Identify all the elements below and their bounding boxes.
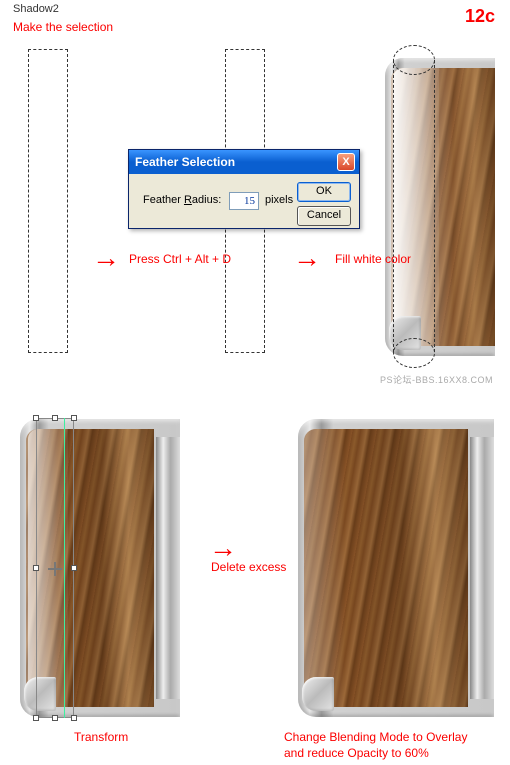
guide-line (64, 418, 65, 718)
transform-center-icon[interactable] (48, 562, 62, 576)
step-number: 12c (465, 6, 495, 27)
feather-radius-input[interactable] (229, 192, 259, 210)
instruction-transform: Transform (74, 730, 128, 744)
watermark: PS论坛-BBS.16XX8.COM (380, 373, 493, 386)
feather-dialog: Feather Selection X Feather Radius: pixe… (128, 149, 360, 229)
instruction-delete-excess: Delete excess (211, 560, 286, 574)
transform-handle[interactable] (33, 715, 39, 721)
transform-handle[interactable] (33, 565, 39, 571)
section-label: Shadow2 (13, 3, 59, 15)
selection-sides (393, 60, 435, 352)
unit-label: pixels (265, 194, 293, 206)
dialog-title: Feather Selection (135, 155, 235, 169)
transform-handle[interactable] (71, 715, 77, 721)
selection-marquee-1 (28, 49, 68, 353)
transform-handle[interactable] (33, 415, 39, 421)
arrow-icon: → (92, 244, 120, 272)
dialog-titlebar: Feather Selection X (129, 150, 359, 174)
cancel-button[interactable]: Cancel (297, 206, 351, 226)
instruction-shortcut: Press Ctrl + Alt + D (129, 252, 231, 266)
close-icon[interactable]: X (337, 153, 355, 171)
transform-handle[interactable] (71, 565, 77, 571)
transform-handle[interactable] (71, 415, 77, 421)
ok-button[interactable]: OK (297, 182, 351, 202)
arrow-icon: → (293, 244, 321, 272)
instruction-make-selection: Make the selection (13, 20, 113, 34)
arrow-icon: → (209, 534, 237, 562)
feather-radius-label: Feather Radius: (143, 194, 221, 206)
transform-handle[interactable] (52, 715, 58, 721)
preview-final (298, 419, 494, 717)
transform-handle[interactable] (52, 415, 58, 421)
instruction-final: Change Blending Mode to Overlay and redu… (284, 730, 467, 761)
instruction-fill-white: Fill white color (335, 252, 411, 266)
